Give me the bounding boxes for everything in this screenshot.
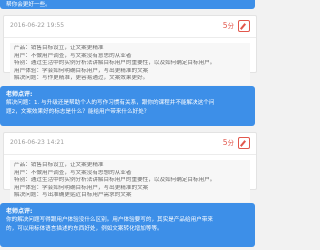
content-line: 特别：通过生活中的实例分析法讲解目标用户的重要性，以及如何确定目标用户。	[14, 60, 216, 66]
content-line: 用户：不做用户调查，写文案没有意思的从业者	[14, 52, 132, 59]
submission-header: 2016-06-23 14:21 5分	[4, 133, 256, 155]
comment-title: 老师点评:	[6, 91, 33, 98]
submission-card: 2016-06-23 14:21 5分 产品：销售目标设立，让文案更精准 用户：…	[3, 132, 257, 202]
homework-thread: 帮你会更好一些。 2016-06-22 19:55 5分 产品：销售目标设立，让…	[0, 0, 261, 250]
content-line: 解决问题：写出准确更贴近目标用户需求的文案	[14, 192, 132, 198]
submission-header: 2016-06-22 19:55 5分	[4, 16, 256, 38]
submission-card: 2016-06-22 19:55 5分 产品：销售目标设立，让文案更精准 用户：…	[3, 15, 257, 85]
score-badge: 5分	[223, 21, 234, 30]
content-line: 用户体验：学会如何明确目标用户，写出更精准的文案	[14, 67, 149, 74]
teacher-comment: 老师点评: 你的解决问题写得跟用户体验没什么区别。用户体验要写的，其实是产品给用…	[0, 203, 255, 247]
comment-line: 题2，文案效果好的标志是什么？能给用户带来什么好处？	[6, 109, 150, 115]
content-line: 用户：不做用户调查，写文案没有思想的从业者	[14, 169, 132, 176]
edit-icon[interactable]	[238, 137, 250, 149]
edit-icon[interactable]	[238, 20, 250, 32]
content-line: 解决问题：写作更精准，更容易通过，文案效果更好。	[14, 75, 149, 81]
teacher-comment: 老师点评: 解决问题：1. 与升级还是帮助个人的写作习惯有关系，跟你的课程并不能…	[0, 86, 255, 126]
comment-line: 的，可以用标体语言描述的东西好处，例如文案转化增加等等。	[6, 226, 163, 232]
submission-time: 2016-06-23 14:21	[10, 139, 65, 146]
comment-text: 帮你会更好一些。	[6, 2, 51, 8]
content-line: 产品：销售目标设立，让文案更精准	[14, 45, 104, 51]
content-line: 用户体验：学会如何明确目标用户，写出更精准的文案	[14, 184, 149, 191]
score-unit: 分	[227, 22, 234, 30]
score-unit: 分	[227, 139, 234, 147]
score-badge: 5分	[223, 138, 234, 147]
comment-line: 解决问题：1. 与升级还是帮助个人的写作习惯有关系，跟你的课程并不能解决这个问	[6, 100, 215, 106]
submission-content: 产品：销售目标设立，让文案更精准 用户：不做用户调查，写文案没有思想的从业者 特…	[10, 160, 250, 202]
comment-line: 你的解决问题写得跟用户体验没什么区别。用户体验要写的，其实是产品给用户带来	[6, 217, 213, 223]
comment-title: 老师点评:	[6, 208, 33, 215]
content-line: 特别：通过生活中的实例分析法讲解目标用户的重要性，以及如何确定目标用户。	[14, 177, 216, 183]
submission-content: 产品：销售目标设立，让文案更精准 用户：不做用户调查，写文案没有意思的从业者 特…	[10, 43, 250, 85]
submission-time: 2016-06-22 19:55	[10, 22, 65, 29]
teacher-comment-partial: 帮你会更好一些。	[0, 0, 255, 9]
content-line: 产品：销售目标设立，让文案更精准	[14, 162, 104, 168]
